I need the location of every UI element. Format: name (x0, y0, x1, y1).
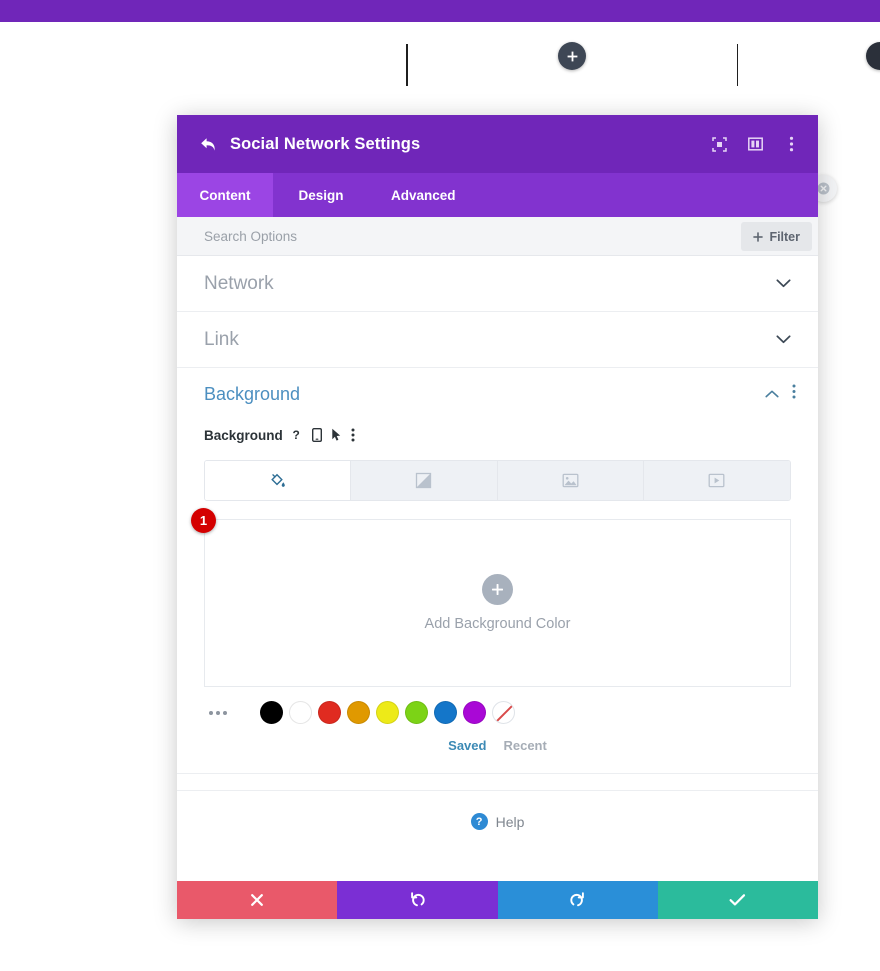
swatch-green[interactable] (405, 701, 428, 724)
swatch-none[interactable] (492, 701, 515, 724)
svg-text:?: ? (292, 428, 299, 442)
dot (223, 710, 227, 715)
plus-icon (567, 51, 577, 61)
ellipsis-icon[interactable] (209, 710, 249, 715)
section-background: Background Background ? 1 Add Background… (177, 368, 818, 774)
more-options-icon[interactable] (792, 384, 796, 404)
checkmark-icon (729, 894, 746, 906)
cancel-button[interactable] (177, 881, 338, 919)
hover-cursor-icon[interactable] (331, 428, 342, 442)
chevron-up-icon[interactable] (765, 385, 779, 403)
swatch-blue[interactable] (434, 701, 457, 724)
undo-icon (411, 892, 425, 907)
add-module-button[interactable] (558, 42, 586, 70)
close-x-icon (251, 894, 264, 906)
tab-content[interactable]: Content (177, 173, 273, 217)
swatch-yellow[interactable] (376, 701, 399, 724)
undo-button[interactable] (337, 881, 498, 919)
add-background-color-button[interactable] (482, 574, 513, 605)
step-badge: 1 (191, 508, 216, 533)
top-purple-bar (0, 0, 880, 22)
video-icon (708, 473, 725, 488)
add-background-color-label: Add Background Color (424, 616, 571, 632)
search-bar: Filter (177, 217, 818, 256)
filter-button-label: Filter (769, 229, 800, 244)
redo-icon (570, 892, 584, 907)
palette-tab-recent[interactable]: Recent (503, 738, 546, 753)
settings-modal: Social Network Settings Content Design A… (177, 115, 818, 919)
background-color-dropzone[interactable]: 1 Add Background Color (191, 508, 791, 687)
background-type-tabs (204, 460, 791, 501)
paint-bucket-icon (271, 473, 285, 487)
swatch-red[interactable] (318, 701, 341, 724)
background-image-tab[interactable] (497, 461, 644, 500)
field-more-options-icon[interactable] (351, 428, 355, 442)
palette-tabs: Saved Recent (177, 738, 818, 755)
modal-title: Social Network Settings (230, 134, 421, 153)
color-swatch-row (177, 687, 818, 724)
modal-footer (177, 881, 818, 919)
color-swatches (260, 701, 515, 724)
background-gradient-tab[interactable] (351, 461, 498, 500)
back-arrow-icon (200, 137, 215, 151)
expand-view-icon[interactable] (710, 135, 728, 153)
background-video-tab[interactable] (643, 461, 790, 500)
search-input[interactable] (204, 228, 684, 244)
section-background-title: Background (204, 383, 301, 404)
modal-header-actions (710, 135, 800, 153)
gradient-icon (416, 472, 432, 489)
builder-page: Social Network Settings Content Design A… (0, 0, 880, 971)
chevron-down-icon (776, 335, 791, 344)
dot (216, 710, 220, 715)
tab-design[interactable]: Design (273, 173, 369, 217)
help-question-icon[interactable]: ? (292, 428, 303, 442)
builder-row-strip (0, 22, 880, 108)
help-row[interactable]: ? Help (177, 790, 818, 852)
background-field-label: Background (204, 427, 283, 443)
background-color-tab[interactable] (205, 461, 352, 500)
swatch-orange[interactable] (347, 701, 370, 724)
modal-tab-bar: Content Design Advanced (177, 173, 818, 217)
image-icon (562, 473, 579, 488)
chevron-down-icon (776, 279, 791, 288)
help-label: Help (495, 813, 525, 830)
responsive-mobile-icon[interactable] (311, 428, 322, 442)
background-field-label-row: Background ? (177, 422, 818, 448)
swatch-white[interactable] (289, 701, 312, 724)
accordion-link[interactable]: Link (177, 312, 818, 368)
section-background-header[interactable]: Background (177, 368, 818, 420)
redo-button[interactable] (497, 881, 658, 919)
filter-button[interactable]: Filter (741, 222, 812, 251)
swatch-black[interactable] (260, 701, 283, 724)
accordion-link-label: Link (204, 328, 239, 350)
save-button[interactable] (657, 881, 818, 919)
dot (209, 710, 213, 715)
more-options-icon[interactable] (782, 135, 800, 153)
modal-body: Network Link Background Background ? 1 A… (177, 256, 818, 881)
plus-icon (492, 584, 503, 595)
back-button[interactable] (195, 131, 221, 157)
swatch-purple[interactable] (463, 701, 486, 724)
modal-header: Social Network Settings (177, 115, 818, 173)
accordion-network[interactable]: Network (177, 256, 818, 312)
close-circle-icon (817, 182, 830, 195)
help-question-icon: ? (470, 813, 488, 830)
split-view-icon[interactable] (746, 135, 764, 153)
plus-icon (753, 231, 764, 242)
palette-tab-saved[interactable]: Saved (448, 738, 486, 753)
tab-advanced[interactable]: Advanced (369, 173, 478, 217)
accordion-network-label: Network (204, 272, 274, 294)
section-background-actions (765, 384, 796, 404)
